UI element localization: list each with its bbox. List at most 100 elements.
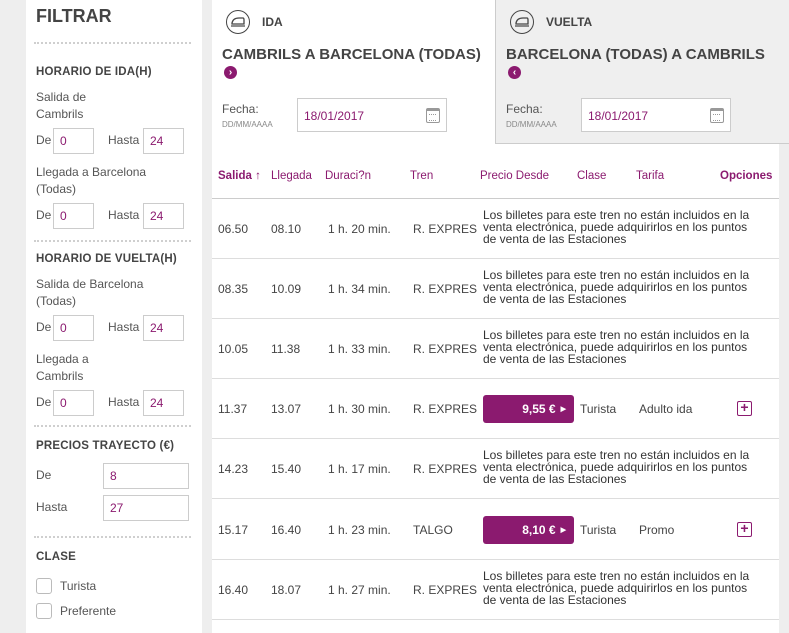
cell-salida: 15.17 xyxy=(218,523,249,537)
table-row[interactable]: 08.35 10.09 1 h. 34 min. R. EXPRES Los bille… xyxy=(212,259,779,319)
cell-llegada: 18.07 xyxy=(271,583,302,597)
de-label: De xyxy=(36,208,52,222)
cell-duracion: 1 h. 27 min. xyxy=(328,583,391,597)
table-row[interactable]: 15.17 16.40 1 h. 23 min. TALGO 8,10 € ▶ Turist… xyxy=(212,500,779,560)
header-clase[interactable]: Clase xyxy=(577,170,606,182)
llegada-ida-de-input[interactable] xyxy=(53,203,94,229)
cell-llegada: 13.07 xyxy=(271,402,302,416)
add-icon[interactable]: + xyxy=(737,521,752,537)
table-row[interactable]: 10.05 11.38 1 h. 33 min. R. EXPRES Los bille… xyxy=(212,319,779,379)
price-value: 9,55 € xyxy=(522,402,556,416)
preferente-label: Preferente xyxy=(60,604,117,618)
header-salida[interactable]: Salida ↑ xyxy=(218,170,261,182)
cell-salida: 14.23 xyxy=(218,462,249,476)
llegada-ida-hasta-input[interactable] xyxy=(143,203,184,229)
de-label: De xyxy=(36,133,52,147)
llegada-ida-label: Llegada a Barcelona (Todas) xyxy=(36,165,147,196)
cell-tren: R. EXPRES xyxy=(413,402,478,416)
unavailable-note: Los billetes para este tren no están inc… xyxy=(483,328,750,366)
de-label: De xyxy=(36,395,52,409)
hasta-label: Hasta xyxy=(108,320,140,334)
header-tarifa[interactable]: Tarifa xyxy=(636,170,664,182)
hasta-label: Hasta xyxy=(108,208,140,222)
salida-ida-hasta-input[interactable] xyxy=(143,128,184,154)
cell-llegada: 08.10 xyxy=(271,222,302,236)
cell-tren: R. EXPRES xyxy=(413,462,478,476)
cell-llegada: 11.38 xyxy=(271,342,301,356)
header-duracion[interactable]: Duraci?n xyxy=(325,170,371,182)
vuelta-route-title: BARCELONA (TODAS) A CAMBRILS xyxy=(506,46,765,63)
precio-de-label: De xyxy=(36,468,52,482)
salida-vuelta-de-input[interactable] xyxy=(53,315,94,341)
cell-duracion: 1 h. 34 min. xyxy=(328,282,391,296)
turista-label: Turista xyxy=(60,579,97,593)
cell-tren: R. EXPRES xyxy=(413,282,478,296)
llegada-vuelta-de-input[interactable] xyxy=(53,390,94,416)
salida-ida-de-input[interactable] xyxy=(53,128,94,154)
horario-ida-title: HORARIO DE IDA(H) xyxy=(36,66,152,78)
cell-llegada: 10.09 xyxy=(271,282,302,296)
cell-duracion: 1 h. 33 min. xyxy=(328,342,391,356)
ida-date-input[interactable]: 18/01/2017 xyxy=(297,98,447,132)
precio-hasta-input[interactable] xyxy=(103,495,189,521)
vuelta-date-input[interactable]: 18/01/2017 xyxy=(581,98,731,132)
tab-ida-label: IDA xyxy=(262,15,283,29)
cell-clase: Turista xyxy=(580,523,617,537)
cell-salida: 10.05 xyxy=(218,342,249,356)
price-value: 8,10 € xyxy=(522,523,556,537)
cell-duracion: 1 h. 20 min. xyxy=(328,222,391,236)
arrow-left-icon[interactable]: ‹ xyxy=(508,66,521,79)
cell-tarifa: Adulto ida xyxy=(639,402,693,416)
cell-salida: 16.40 xyxy=(218,583,249,597)
results-table: Salida ↑ Llegada Duraci?n Tren Precio De… xyxy=(212,144,779,633)
llegada-vuelta-label: Llegada a Cambrils xyxy=(36,352,89,383)
table-row[interactable]: 11.37 13.07 1 h. 30 min. R. EXPRES 9,55 € ▶ Tu… xyxy=(212,379,779,439)
train-icon xyxy=(510,10,534,34)
caret-right-icon: ▶ xyxy=(560,527,566,534)
tab-vuelta-label: VUELTA xyxy=(546,15,593,29)
price-button[interactable]: 8,10 € ▶ xyxy=(483,516,574,544)
price-button[interactable]: 9,55 € ▶ xyxy=(483,395,574,423)
divider xyxy=(34,42,191,44)
header-precio[interactable]: Precio Desde xyxy=(480,170,549,182)
header-tren[interactable]: Tren xyxy=(410,170,433,182)
unavailable-note: Los billetes para este tren no están inc… xyxy=(483,448,750,486)
table-row[interactable]: 16.40 18.07 1 h. 27 min. R. EXPRES Los bille… xyxy=(212,560,779,620)
clase-option-preferente[interactable]: Preferente xyxy=(36,603,116,619)
salida-vuelta-label: Salida de Barcelona (Todas) xyxy=(36,277,144,308)
arrow-right-icon[interactable]: › xyxy=(224,66,237,79)
horario-vuelta-title: HORARIO DE VUELTA(H) xyxy=(36,253,177,265)
precios-title: PRECIOS TRAYECTO (€) xyxy=(36,440,175,452)
train-icon xyxy=(226,10,250,34)
add-icon[interactable]: + xyxy=(737,400,752,416)
divider xyxy=(34,536,191,538)
cell-clase: Turista xyxy=(580,402,617,416)
preferente-checkbox[interactable] xyxy=(36,603,52,619)
caret-right-icon: ▶ xyxy=(560,406,566,413)
turista-checkbox[interactable] xyxy=(36,578,52,594)
vuelta-fecha-format: DD/MM/AAAA xyxy=(506,120,557,129)
cell-duracion: 1 h. 17 min. xyxy=(328,462,391,476)
tab-ida[interactable]: IDA CAMBRILS A BARCELONA (TODAS) › Fecha… xyxy=(212,0,495,144)
hasta-label: Hasta xyxy=(108,133,140,147)
tab-vuelta[interactable]: VUELTA BARCELONA (TODAS) A CAMBRILS ‹ Fe… xyxy=(495,0,789,144)
cell-salida: 06.50 xyxy=(218,222,249,236)
precio-de-input[interactable] xyxy=(103,463,189,489)
ida-route-title: CAMBRILS A BARCELONA (TODAS) xyxy=(222,46,481,63)
clase-option-turista[interactable]: Turista xyxy=(36,578,96,594)
calendar-icon[interactable] xyxy=(710,108,724,123)
ida-fecha-format: DD/MM/AAAA xyxy=(222,120,273,129)
header-llegada[interactable]: Llegada xyxy=(271,170,312,182)
cell-llegada: 15.40 xyxy=(271,462,302,476)
table-header: Salida ↑ Llegada Duraci?n Tren Precio De… xyxy=(212,144,779,199)
vuelta-date-value: 18/01/2017 xyxy=(588,109,649,123)
cell-duracion: 1 h. 23 min. xyxy=(328,523,391,537)
table-row[interactable]: 14.23 15.40 1 h. 17 min. R. EXPRES Los bille… xyxy=(212,439,779,499)
unavailable-note: Los billetes para este tren no están inc… xyxy=(483,268,750,306)
calendar-icon[interactable] xyxy=(426,108,440,123)
cell-tren: R. EXPRES xyxy=(413,342,478,356)
table-row[interactable]: 06.50 08.10 1 h. 20 min. R. EXPRES Los bille… xyxy=(212,199,779,259)
cell-salida: 08.35 xyxy=(218,282,249,296)
salida-vuelta-hasta-input[interactable] xyxy=(143,315,184,341)
llegada-vuelta-hasta-input[interactable] xyxy=(143,390,184,416)
